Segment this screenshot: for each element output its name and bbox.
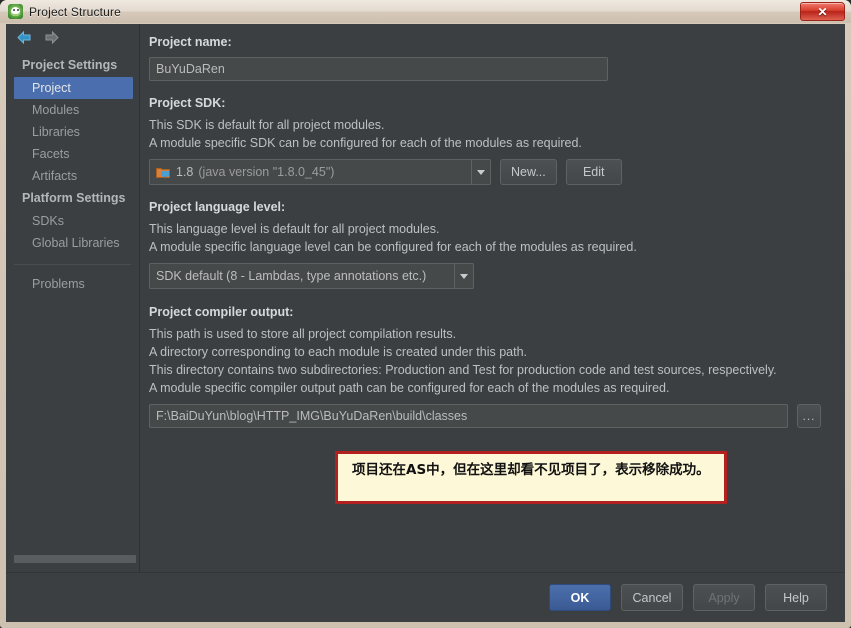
sidebar-group-project-settings: Project Settings bbox=[22, 58, 118, 72]
project-sdk-name: 1.8 bbox=[176, 165, 194, 179]
compiler-output-desc-3: This directory contains two subdirectori… bbox=[149, 363, 777, 377]
intellij-logo-icon bbox=[8, 4, 23, 19]
sidebar-item-sdks[interactable]: SDKs bbox=[6, 210, 139, 232]
close-icon: ✕ bbox=[817, 4, 828, 19]
help-button[interactable]: Help bbox=[765, 584, 827, 611]
project-structure-dialog: Project Settings Project Modules Librari… bbox=[6, 24, 845, 622]
dialog-button-bar: OK Cancel Apply Help bbox=[6, 572, 845, 622]
language-level-row: SDK default (8 - Lambdas, type annotatio… bbox=[149, 263, 831, 289]
sidebar-item-global-libraries[interactable]: Global Libraries bbox=[6, 232, 139, 254]
new-sdk-button[interactable]: New... bbox=[500, 159, 557, 185]
language-level-desc-1: This language level is default for all p… bbox=[149, 222, 440, 236]
browse-button[interactable]: ... bbox=[797, 404, 821, 428]
title-bar-left: Project Structure bbox=[8, 2, 121, 21]
annotation-callout: 项目还在AS中，但在这里却看不见项目了，表示移除成功。 bbox=[335, 451, 727, 504]
sidebar-list: Project Settings Project Modules Librari… bbox=[6, 50, 139, 553]
compiler-output-desc-1: This path is used to store all project c… bbox=[149, 327, 457, 341]
project-sdk-desc-2: A module specific SDK can be configured … bbox=[149, 136, 582, 150]
language-level-dropdown[interactable]: SDK default (8 - Lambdas, type annotatio… bbox=[149, 263, 474, 289]
sidebar: Project Settings Project Modules Librari… bbox=[6, 24, 140, 572]
content-row: Project Settings Project Modules Librari… bbox=[6, 24, 845, 572]
language-level-dropdown-arrow[interactable] bbox=[454, 264, 473, 288]
arrow-right-icon bbox=[43, 30, 60, 45]
chevron-down-icon bbox=[460, 273, 468, 279]
sidebar-horizontal-scrollbar[interactable] bbox=[6, 553, 139, 564]
sidebar-separator bbox=[14, 264, 131, 265]
compiler-output-desc-4: A module specific compiler output path c… bbox=[149, 381, 670, 395]
cancel-button[interactable]: Cancel bbox=[621, 584, 683, 611]
edit-sdk-button[interactable]: Edit bbox=[565, 159, 622, 185]
project-sdk-dropdown-arrow[interactable] bbox=[471, 160, 490, 184]
scrollbar-thumb[interactable] bbox=[14, 555, 136, 563]
close-button[interactable]: ✕ bbox=[800, 2, 845, 21]
project-name-section: Project name: BuYuDaRen bbox=[149, 34, 831, 81]
ok-button[interactable]: OK bbox=[549, 584, 611, 611]
language-level-desc-2: A module specific language level can be … bbox=[149, 240, 637, 254]
project-sdk-dropdown[interactable]: 1.8 (java version "1.8.0_45") bbox=[149, 159, 491, 185]
chevron-down-icon bbox=[477, 169, 485, 175]
project-sdk-row: 1.8 (java version "1.8.0_45") New... Edi… bbox=[149, 159, 831, 185]
project-sdk-desc-1: This SDK is default for all project modu… bbox=[149, 118, 385, 132]
project-sdk-value: 1.8 (java version "1.8.0_45") bbox=[150, 165, 471, 179]
sidebar-group-platform-settings: Platform Settings bbox=[22, 191, 126, 205]
project-sdk-label: Project SDK: bbox=[149, 96, 226, 110]
language-level-label: Project language level: bbox=[149, 200, 286, 214]
sidebar-item-artifacts[interactable]: Artifacts bbox=[6, 165, 139, 187]
project-sdk-detail: (java version "1.8.0_45") bbox=[198, 165, 335, 179]
sidebar-item-libraries[interactable]: Libraries bbox=[6, 121, 139, 143]
sidebar-item-modules[interactable]: Modules bbox=[6, 99, 139, 121]
compiler-output-section: Project compiler output: This path is us… bbox=[149, 304, 831, 428]
compiler-output-row: F:\BaiDuYun\blog\HTTP_IMG\BuYuDaRen\buil… bbox=[149, 404, 831, 428]
dialog-window: Project Structure ✕ Project Settings Pro… bbox=[0, 0, 851, 628]
language-level-section: Project language level: This language le… bbox=[149, 199, 831, 289]
project-sdk-section: Project SDK: This SDK is default for all… bbox=[149, 95, 831, 185]
project-name-label: Project name: bbox=[149, 35, 232, 49]
compiler-output-desc-2: A directory corresponding to each module… bbox=[149, 345, 527, 359]
title-bar: Project Structure ✕ bbox=[0, 0, 851, 23]
main-panel: Project name: BuYuDaRen Project SDK: Thi… bbox=[140, 24, 845, 572]
compiler-output-label: Project compiler output: bbox=[149, 305, 294, 319]
apply-button[interactable]: Apply bbox=[693, 584, 755, 611]
sidebar-item-problems[interactable]: Problems bbox=[6, 273, 139, 295]
sidebar-item-facets[interactable]: Facets bbox=[6, 143, 139, 165]
language-level-value: SDK default (8 - Lambdas, type annotatio… bbox=[156, 269, 427, 283]
window-title: Project Structure bbox=[29, 4, 121, 19]
compiler-output-input[interactable]: F:\BaiDuYun\blog\HTTP_IMG\BuYuDaRen\buil… bbox=[149, 404, 788, 428]
arrow-left-icon[interactable] bbox=[16, 30, 33, 45]
jdk-folder-icon bbox=[156, 166, 171, 179]
project-name-input[interactable]: BuYuDaRen bbox=[149, 57, 608, 81]
annotation-text: 项目还在AS中，但在这里却看不见项目了，表示移除成功。 bbox=[352, 462, 710, 478]
navigation-toolbar bbox=[6, 24, 139, 50]
sidebar-item-project[interactable]: Project bbox=[14, 77, 133, 99]
